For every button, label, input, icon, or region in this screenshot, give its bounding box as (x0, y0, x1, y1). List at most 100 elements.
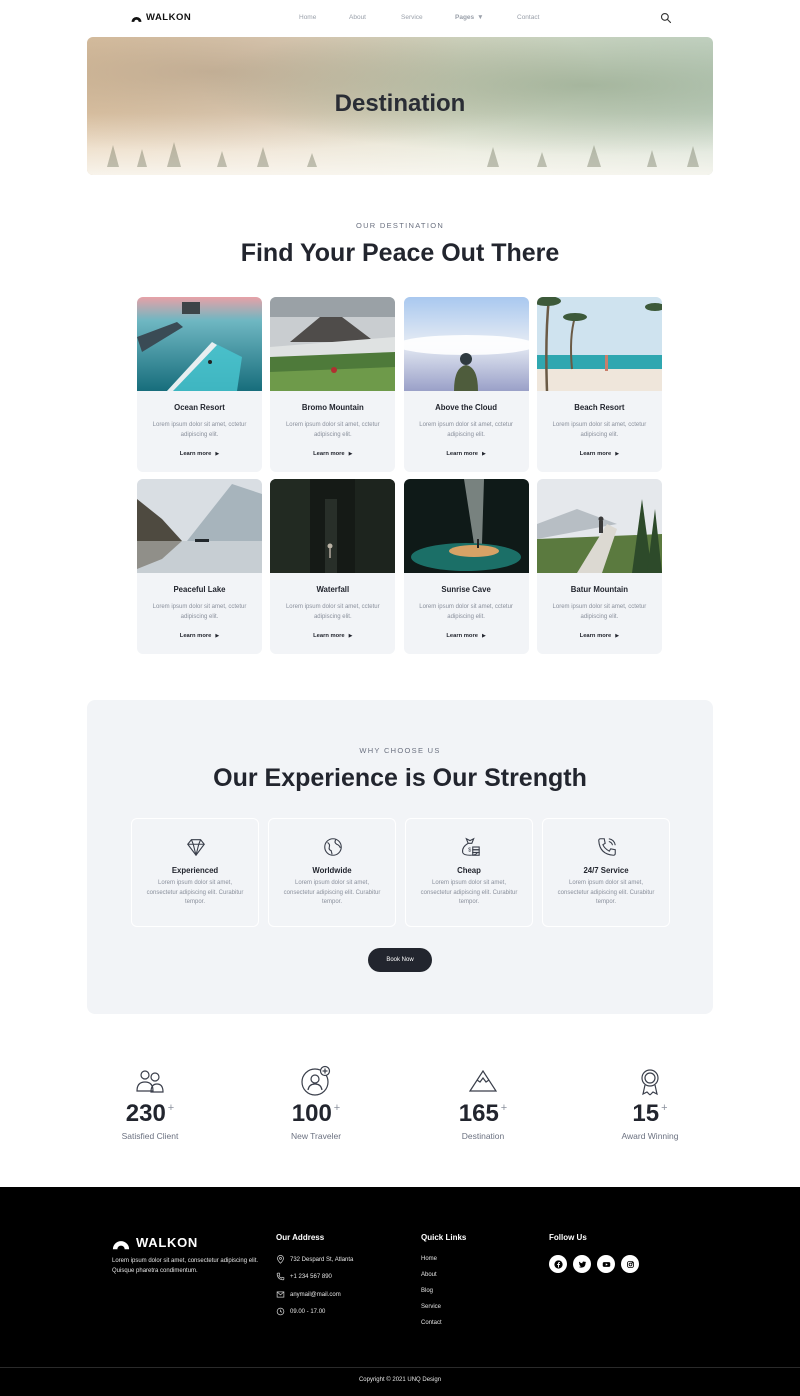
bromo-mountain-photo (270, 297, 396, 391)
search-icon[interactable] (660, 12, 672, 24)
social-twitter-button[interactable] (573, 1255, 591, 1273)
caret-right-icon: ▶ (615, 633, 620, 639)
footer-address-item: 09.00 - 17.00 (276, 1307, 325, 1316)
site-footer: WALKON Lorem ipsum dolor sit amet, conse… (0, 1187, 800, 1396)
learn-more-link[interactable]: Learn more ▶ (537, 451, 662, 457)
above-the-cloud-photo (403, 297, 529, 391)
instagram-icon (626, 1260, 634, 1268)
destinations-eyebrow: OUR DESTINATION (355, 221, 445, 230)
caret-right-icon: ▶ (215, 633, 220, 639)
destination-grid: Ocean Resort Lorem ipsum dolor sit amet,… (137, 297, 663, 654)
learn-more-link[interactable]: Learn more ▶ (270, 451, 395, 457)
learn-more-link[interactable]: Learn more ▶ (404, 451, 529, 457)
nav-item-pages-label: Pages (455, 14, 475, 21)
youtube-icon (602, 1261, 610, 1267)
feature-description: Lorem ipsum dolor sit amet, consectetur … (146, 880, 244, 905)
address-text: 732 Despard St, Atlanta (290, 1256, 354, 1263)
caret-right-icon: ▶ (615, 451, 620, 457)
top-navbar: WALKON Home About Service Pages ▼ Contact (0, 0, 800, 37)
destination-card[interactable]: Bromo Mountain Lorem ipsum dolor sit ame… (270, 297, 396, 472)
learn-more-link[interactable]: Learn more ▶ (537, 633, 662, 639)
learn-more-label: Learn more (446, 633, 478, 639)
footer-address-item: 732 Despard St, Atlanta (276, 1255, 353, 1264)
email-text[interactable]: anymail@mail.com (290, 1292, 341, 1298)
social-instagram-button[interactable] (621, 1255, 639, 1273)
nav-item-about[interactable]: About (349, 14, 366, 21)
footer-link-about[interactable]: About (421, 1272, 437, 1278)
stat-value: 165 + (408, 1100, 558, 1128)
footer-link-contact[interactable]: Contact (421, 1320, 442, 1326)
phone-icon (276, 1272, 285, 1281)
card-title: Waterfall (316, 585, 350, 594)
stat-value: 230 + (75, 1100, 225, 1128)
caret-right-icon: ▶ (481, 633, 486, 639)
award-icon (641, 1069, 659, 1096)
social-facebook-button[interactable] (549, 1255, 567, 1273)
destination-card[interactable]: Sunrise Cave Lorem ipsum dolor sit amet,… (403, 479, 529, 654)
learn-more-link[interactable]: Learn more ▶ (270, 633, 395, 639)
feature-description: Lorem ipsum dolor sit amet, consectetur … (420, 880, 518, 905)
waterfall-photo (270, 479, 396, 573)
destination-card[interactable]: Batur Mountain Lorem ipsum dolor sit ame… (536, 479, 662, 654)
nav-item-contact[interactable]: Contact (517, 14, 539, 21)
sunrise-cave-photo (403, 479, 529, 573)
hero-forest-illustration (107, 142, 699, 167)
stat-plus: + (167, 1102, 175, 1114)
learn-more-link[interactable]: Learn more ▶ (137, 633, 262, 639)
phone-call-icon (598, 838, 616, 856)
card-description: Lorem ipsum dolor sit amet, cctetur adip… (285, 604, 380, 620)
destination-card[interactable]: Peaceful Lake Lorem ipsum dolor sit amet… (137, 479, 262, 654)
social-youtube-button[interactable] (597, 1255, 615, 1273)
map-pin-icon (277, 1255, 284, 1264)
nav-item-service[interactable]: Service (401, 14, 423, 21)
learn-more-label: Learn more (579, 633, 612, 639)
users-icon (136, 1070, 164, 1093)
card-description: Lorem ipsum dolor sit amet, cctetur adip… (285, 422, 380, 438)
stat-label: New Traveler (290, 1131, 342, 1141)
learn-more-label: Learn more (313, 451, 345, 457)
mountain-icon (468, 1069, 498, 1092)
stat-number: 15 (632, 1100, 660, 1127)
globe-icon (324, 838, 342, 856)
card-description: Lorem ipsum dolor sit amet, cctetur adip… (152, 604, 247, 620)
footer-link-service[interactable]: Service (421, 1304, 441, 1310)
learn-more-link[interactable]: Learn more ▶ (404, 633, 529, 639)
stat-label: Award Winning (621, 1131, 679, 1141)
card-description: Lorem ipsum dolor sit amet, cctetur adip… (419, 422, 513, 438)
batur-mountain-photo (536, 479, 662, 573)
feature-title: 24/7 Service (583, 866, 629, 875)
footer-link-home[interactable]: Home (421, 1256, 437, 1262)
learn-more-link[interactable]: Learn more ▶ (137, 451, 262, 457)
facebook-icon (553, 1259, 563, 1269)
footer-link-blog[interactable]: Blog (421, 1288, 433, 1294)
footer-brand-name: WALKON (136, 1234, 198, 1250)
why-choose-us-section: WHY CHOOSE US Our Experience is Our Stre… (87, 700, 713, 1014)
copyright-text: Copyright © 2021 UNQ Design (358, 1377, 442, 1383)
stat-number: 100 (291, 1100, 332, 1127)
card-title: Above the Cloud (435, 403, 498, 412)
footer-logo[interactable]: WALKON (112, 1233, 198, 1251)
stat-label: Satisfied Client (121, 1131, 179, 1141)
mail-icon (276, 1291, 285, 1298)
clock-icon (276, 1307, 285, 1316)
add-user-icon (301, 1065, 331, 1096)
footer-address-item: +1 234 567 890 (276, 1272, 332, 1281)
hero-banner: Destination (87, 37, 713, 175)
footer-divider (0, 1367, 800, 1368)
caret-right-icon: ▶ (348, 633, 353, 639)
money-bag-icon: $ (462, 837, 480, 856)
caret-right-icon: ▶ (481, 451, 486, 457)
learn-more-label: Learn more (579, 451, 612, 457)
destination-card[interactable]: Waterfall Lorem ipsum dolor sit amet, cc… (270, 479, 396, 654)
logo-arch-icon (112, 1241, 130, 1250)
feature-grid: Experienced Lorem ipsum dolor sit amet, … (131, 818, 670, 927)
nav-item-pages[interactable]: Pages ▼ (455, 14, 484, 21)
book-now-button[interactable]: Book Now (368, 948, 432, 972)
diamond-icon (187, 839, 205, 857)
nav-item-home[interactable]: Home (299, 14, 316, 21)
destination-card[interactable]: Above the Cloud Lorem ipsum dolor sit am… (403, 297, 529, 472)
feature-card: $ Cheap Lorem ipsum dolor sit amet, cons… (405, 818, 533, 927)
stat-value: 100 + (241, 1100, 391, 1128)
destination-card[interactable]: Ocean Resort Lorem ipsum dolor sit amet,… (137, 297, 262, 472)
destination-card[interactable]: Beach Resort Lorem ipsum dolor sit amet,… (536, 297, 662, 472)
